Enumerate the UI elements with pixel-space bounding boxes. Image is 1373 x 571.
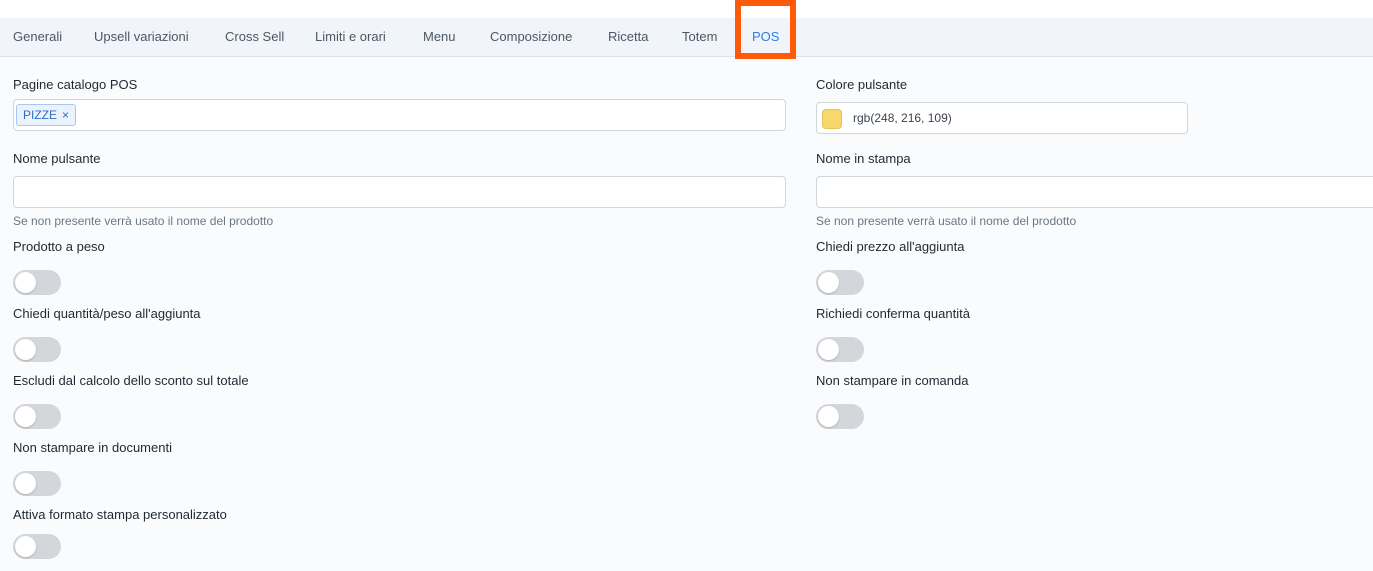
tab-upsell-variazioni[interactable]: Upsell variazioni — [94, 18, 189, 56]
toggle-knob — [15, 406, 36, 427]
weighted-product-toggle[interactable] — [13, 270, 61, 295]
tab-generali[interactable]: Generali — [13, 18, 62, 56]
color-swatch — [822, 109, 842, 129]
tab-totem[interactable]: Totem — [682, 18, 717, 56]
print-name-label: Nome in stampa — [816, 151, 911, 166]
custom-print-format-label: Attiva formato stampa personalizzato — [13, 507, 227, 522]
tab-composizione[interactable]: Composizione — [490, 18, 572, 56]
print-name-input[interactable] — [816, 176, 1373, 208]
no-print-order-label: Non stampare in comanda — [816, 373, 969, 388]
no-print-documents-label: Non stampare in documenti — [13, 440, 172, 455]
confirm-quantity-toggle[interactable] — [816, 337, 864, 362]
button-color-picker[interactable]: rgb(248, 216, 109) — [816, 102, 1188, 134]
tab-pos[interactable]: POS — [752, 18, 779, 56]
button-color-label: Colore pulsante — [816, 77, 908, 92]
exclude-discount-toggle[interactable] — [13, 404, 61, 429]
exclude-discount-label: Escludi dal calcolo dello sconto sul tot… — [13, 373, 249, 388]
toggle-knob — [818, 272, 839, 293]
catalog-page-chip: PIZZE × — [16, 104, 77, 126]
tab-limiti-e-orari[interactable]: Limiti e orari — [315, 18, 386, 56]
toggle-knob — [818, 406, 839, 427]
print-name-hint: Se non presente verrà usato il nome del … — [816, 214, 1077, 228]
toggle-knob — [15, 536, 36, 557]
ask-price-toggle[interactable] — [816, 270, 864, 295]
tab-bar: Generali Upsell variazioni Cross Sell Li… — [0, 18, 1373, 57]
ask-price-label: Chiedi prezzo all'aggiunta — [816, 239, 965, 254]
tab-cross-sell[interactable]: Cross Sell — [225, 18, 284, 56]
button-name-input[interactable] — [13, 176, 786, 208]
tab-ricetta[interactable]: Ricetta — [608, 18, 648, 56]
color-value: rgb(248, 216, 109) — [853, 111, 952, 125]
toggle-knob — [818, 339, 839, 360]
confirm-quantity-label: Richiedi conferma quantità — [816, 306, 970, 321]
top-strip — [0, 0, 1373, 18]
button-name-label: Nome pulsante — [13, 151, 101, 166]
catalog-pages-label: Pagine catalogo POS — [13, 77, 138, 92]
weighted-product-label: Prodotto a peso — [13, 239, 105, 254]
chip-remove-icon[interactable]: × — [62, 105, 69, 125]
toggle-knob — [15, 473, 36, 494]
toggle-knob — [15, 272, 36, 293]
toggle-knob — [15, 339, 36, 360]
tab-menu[interactable]: Menu — [423, 18, 456, 56]
button-name-hint: Se non presente verrà usato il nome del … — [13, 214, 274, 228]
ask-quantity-toggle[interactable] — [13, 337, 61, 362]
catalog-pages-select[interactable]: PIZZE × — [13, 99, 786, 131]
chip-label: PIZZE — [23, 108, 58, 122]
no-print-order-toggle[interactable] — [816, 404, 864, 429]
no-print-documents-toggle[interactable] — [13, 471, 61, 496]
ask-quantity-label: Chiedi quantità/peso all'aggiunta — [13, 306, 201, 321]
custom-print-format-toggle[interactable] — [13, 534, 61, 559]
